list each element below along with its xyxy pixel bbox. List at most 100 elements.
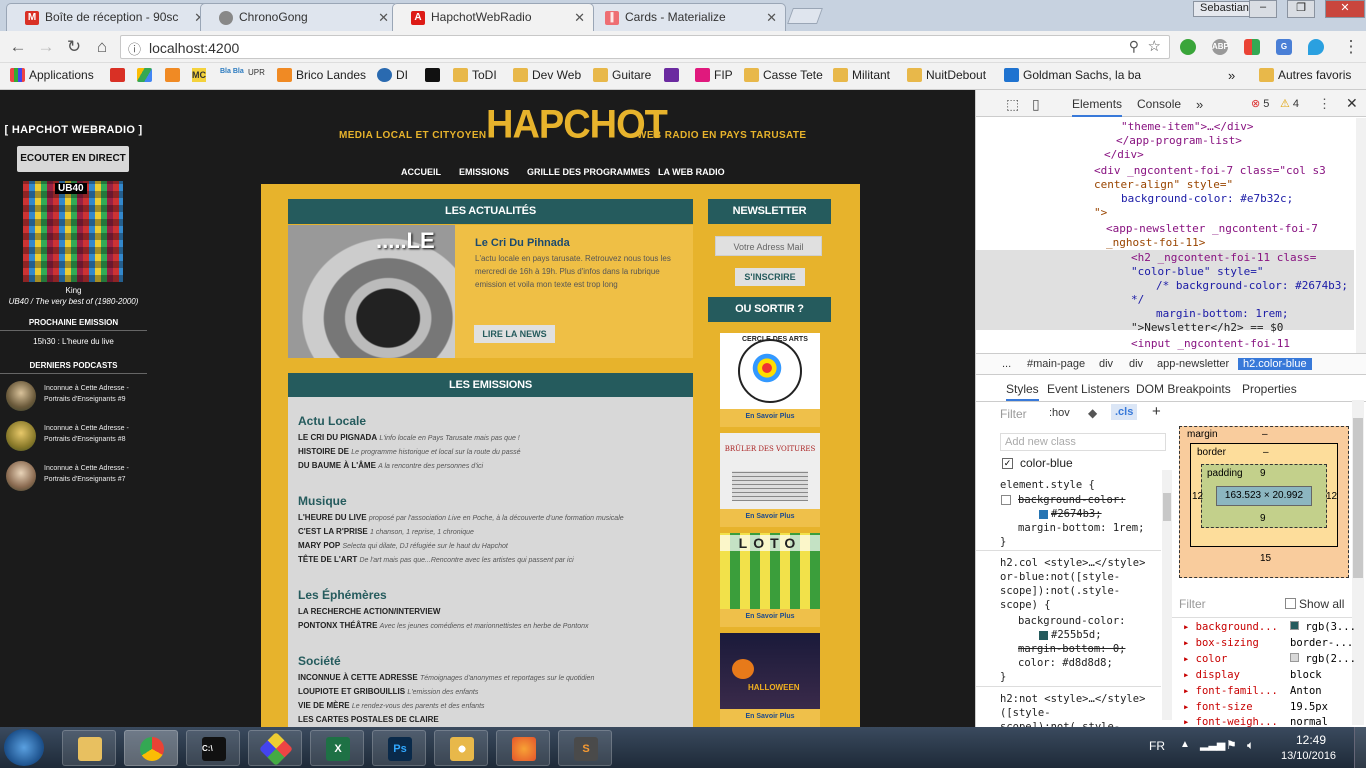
extension-icon[interactable] (1180, 39, 1196, 55)
taskbar-explorer[interactable] (62, 730, 116, 766)
forward-icon[interactable]: → (35, 37, 57, 57)
event-image-cercle-des-arts[interactable]: CERCLE DES ARTS (720, 333, 820, 409)
css-prop[interactable]: background-color: (1018, 615, 1125, 627)
tab-elements[interactable]: Elements (1072, 97, 1123, 117)
computed-row[interactable]: ▸ background... (1183, 621, 1278, 633)
tab-event-listeners[interactable]: Event Listeners (1047, 382, 1130, 396)
taskbar-paint[interactable] (434, 730, 488, 766)
bookmark-militant[interactable]: Militant (833, 68, 890, 82)
flag-icon[interactable]: ⚑ (1226, 738, 1237, 752)
diamond-icon[interactable]: ◆ (1088, 406, 1097, 420)
info-icon[interactable]: ⓘ (128, 39, 141, 58)
bookmark-box[interactable] (165, 68, 180, 85)
warning-icon[interactable]: ⚠ 4 (1280, 97, 1299, 110)
device-icon[interactable]: ▯ (1032, 96, 1040, 113)
color-swatch[interactable] (1039, 510, 1048, 519)
tab-dom-breakpoints[interactable]: DOM Breakpoints (1136, 382, 1231, 396)
bookmark-dev-web[interactable]: Dev Web (513, 68, 581, 82)
taskbar-chrome[interactable] (124, 730, 178, 766)
dom-line[interactable]: <div _ngcontent-foi-7 class="col s3 (1094, 164, 1326, 177)
property-checkbox[interactable] (1001, 495, 1011, 505)
styles-scrollbar[interactable] (1162, 470, 1172, 720)
taskbar-photoshop[interactable]: Ps (372, 730, 426, 766)
dom-line[interactable]: "theme-item">…</div> (1121, 120, 1253, 133)
minimize-button[interactable]: – (1249, 0, 1277, 18)
bookmark-goldman[interactable]: Goldman Sachs, la ba (1004, 68, 1210, 82)
css-value[interactable]: #2674b3; (1051, 508, 1102, 520)
breadcrumb-item[interactable]: #main-page (1027, 358, 1085, 370)
nav-emissions[interactable]: EMISSIONS (459, 167, 509, 177)
program-item[interactable]: DU BAUME À L'ÂME A la rencontre des pers… (298, 461, 483, 470)
taskbar-excel[interactable]: X (310, 730, 364, 766)
computed-row[interactable]: ▸ font-weigh... (1183, 716, 1278, 727)
tray-arrow-icon[interactable]: ▲ (1180, 739, 1190, 750)
chrome-extension-icon[interactable] (1244, 39, 1260, 55)
back-icon[interactable]: ← (7, 37, 29, 57)
bookmark-brico-landes[interactable]: Brico Landes (277, 68, 366, 82)
event-more-link[interactable]: En Savoir Plus (720, 709, 820, 727)
drop-icon[interactable] (1308, 39, 1324, 55)
new-tab-button[interactable] (787, 8, 823, 24)
dom-line[interactable]: <app-newsletter _ngcontent-foi-7 (1106, 222, 1318, 235)
bookmark-nuitdebout[interactable]: NuitDebout (907, 68, 986, 82)
dom-scrollbar[interactable] (1356, 118, 1366, 353)
bookmark-blabla[interactable]: Bla Bla (220, 68, 244, 75)
program-item[interactable]: PONTONX THÉÂTRE Avec les jeunes comédien… (298, 621, 589, 630)
styles-filter-input[interactable]: Filter (1000, 407, 1027, 421)
color-swatch[interactable] (1039, 631, 1048, 640)
program-item[interactable]: MARY POP Selecta qui dilate, DJ réfugiée… (298, 541, 508, 550)
taskbar-terminal[interactable]: C:\ (186, 730, 240, 766)
bookmark-mail[interactable] (664, 68, 679, 85)
program-item[interactable]: LES CARTES POSTALES DE CLAIRE (298, 715, 439, 724)
bookmark-guitare[interactable]: Guitare (593, 68, 651, 82)
event-more-link[interactable]: En Savoir Plus (720, 509, 820, 527)
computed-row[interactable]: ▸ font-famil... (1183, 685, 1278, 697)
taskbar-sublime[interactable]: S (558, 730, 612, 766)
nav-web-radio[interactable]: LA WEB RADIO (658, 167, 725, 177)
dom-line[interactable]: <h2 _ngcontent-foi-11 class= (1131, 251, 1316, 264)
tab-chronogong[interactable]: ChronoGong ✕ (200, 3, 398, 31)
maximize-button[interactable]: ❐ (1287, 0, 1315, 18)
tab-materialize[interactable]: ∥ Cards - Materialize ✕ (586, 3, 786, 31)
bookmark-autres-favoris[interactable]: Autres favoris (1259, 68, 1351, 82)
listen-live-button[interactable]: ECOUTER EN DIRECT (17, 146, 129, 172)
bookmark-fip[interactable]: FIP (695, 68, 733, 82)
user-profile-button[interactable]: Sebastian (1193, 1, 1256, 17)
translate-icon[interactable]: G (1276, 39, 1292, 55)
bookmark-todi[interactable]: ToDI (453, 68, 497, 82)
clock-time[interactable]: 12:49 (1296, 733, 1326, 747)
dom-line[interactable]: </div> (1104, 148, 1144, 161)
bookmark-mc[interactable]: MC (192, 68, 206, 82)
add-class-input[interactable]: Add new class (1000, 433, 1166, 451)
breadcrumb-item[interactable]: div (1099, 358, 1113, 370)
site-logo[interactable]: HAPCHOT (486, 103, 668, 148)
program-item[interactable]: L'HEURE DU LIVE proposé par l'associatio… (298, 513, 624, 522)
language-indicator[interactable]: FR (1149, 739, 1165, 753)
css-prop[interactable]: margin-bottom: 0; (1018, 643, 1125, 655)
close-icon[interactable]: ✕ (766, 10, 777, 26)
close-icon[interactable]: ✕ (574, 10, 585, 26)
clock-date[interactable]: 13/10/2016 (1281, 750, 1336, 762)
tab-console[interactable]: Console (1137, 97, 1181, 111)
podcast-item[interactable]: Inconnue à Cette Adresse - Portraits d'En… (6, 381, 146, 411)
show-all-checkbox[interactable] (1285, 598, 1296, 609)
event-image-loto[interactable]: LOTO (720, 533, 820, 609)
start-button[interactable] (4, 729, 44, 766)
taskbar-firefox[interactable] (496, 730, 550, 766)
menu-icon[interactable]: ⋮ (1340, 37, 1362, 57)
event-image-halloween[interactable]: HALLOWEEN (720, 633, 820, 709)
dom-line[interactable]: <input _ngcontent-foi-11 (1131, 337, 1290, 350)
computed-row[interactable]: ▸ box-sizing (1183, 637, 1259, 649)
close-icon[interactable]: ✕ (378, 10, 389, 26)
bookmark-di[interactable]: DI (377, 68, 408, 82)
breadcrumb-item[interactable]: ... (1002, 358, 1011, 370)
program-item[interactable]: TÊTE DE L'ART De l'art mais pas que...Re… (298, 555, 574, 564)
program-item[interactable]: VIE DE MÈRE Le rendez-vous des parents e… (298, 701, 485, 710)
computed-row[interactable]: ▸ font-size (1183, 701, 1253, 713)
tab-gmail[interactable]: M Boîte de réception - 90sc ✕ (6, 3, 214, 31)
tab-hapchot[interactable]: A HapchotWebRadio ✕ (392, 3, 594, 31)
css-selector[interactable]: h2:not <style>…</style> (1000, 693, 1145, 705)
tab-properties[interactable]: Properties (1242, 382, 1297, 396)
podcast-item[interactable]: Inconnue à Cette Adresse - Portraits d'En… (6, 461, 146, 491)
inspect-icon[interactable]: ⬚ (1006, 96, 1019, 113)
